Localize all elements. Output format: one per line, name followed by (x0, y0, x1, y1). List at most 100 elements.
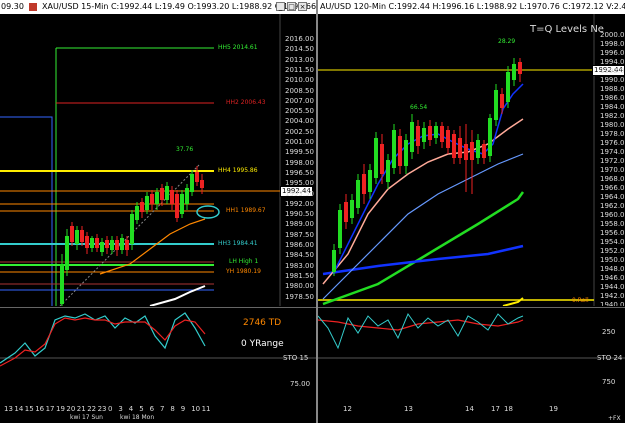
close-button[interactable]: × (298, 2, 307, 11)
right-indicator-pane[interactable]: 250 STO 24 750 (318, 307, 625, 405)
right-price-tick: 1970.00 (600, 166, 625, 174)
right-price-tick: 1990.00 (600, 76, 625, 84)
left-price-tick: 1993.50 (285, 189, 314, 198)
right-price-tick: 1956.00 (600, 229, 625, 237)
left-price-tick: 1986.00 (285, 241, 314, 249)
right-price-tick: 1942.00 (600, 292, 625, 300)
left-sto-label: STO 15 (283, 354, 309, 362)
left-price-pane[interactable]: HH5 2014.61 HH2 2006.43 HH4 1995.86 HH1 … (0, 14, 316, 306)
right-price-tick: 1976.00 (600, 139, 625, 147)
right-price-tick: 1998.00 (600, 40, 625, 48)
levels-overlay-text: T=Q Levels Ne (530, 24, 604, 35)
right-time-tick: 17 (491, 405, 500, 413)
right-candles (332, 58, 522, 276)
left-time-tick: 23 (97, 405, 107, 413)
left-level-75: 75.00 (290, 380, 311, 388)
roll-label: 0.Roll (572, 297, 589, 304)
left-time-tick: 17 (45, 405, 55, 413)
corner-label: +FX (608, 415, 621, 422)
right-price-pane[interactable]: T=Q Levels Ne 66.54 28.29 0.Roll 1992.44… (318, 14, 625, 306)
right-price-tick: 1984.00 (600, 103, 625, 111)
right-price-tick: 1964.00 (600, 193, 625, 201)
left-time-tick: 16 (35, 405, 45, 413)
right-stochastic-chart (318, 312, 625, 359)
right-price-tick: 1960.00 (600, 211, 625, 219)
minimize-button[interactable]: _ (276, 2, 285, 11)
left-time-tick: 19 (56, 405, 65, 413)
right-sto-label: STO 24 (597, 354, 623, 362)
left-price-tick: 1992.00 (285, 199, 314, 208)
left-price-tick: 2014.50 (285, 45, 314, 54)
left-price-tick: 2007.00 (285, 96, 314, 105)
right-price-tick: 1986.00 (600, 94, 625, 102)
right-annotation-1: 66.54 (410, 104, 428, 111)
left-time-tick: 22 (87, 405, 97, 413)
left-price-tick: 2005.50 (285, 107, 314, 116)
right-time-tick: 13 (404, 405, 413, 413)
right-price-tick: 1952.00 (600, 247, 625, 255)
left-time-tick: 5 (139, 405, 144, 413)
right-price-tick: 2000.00 (600, 31, 625, 39)
left-price-tick: 1984.50 (285, 251, 314, 260)
right-window-titlebar[interactable]: AU/USD 120-Min C:1992.44 H:1996.16 L:198… (318, 0, 625, 14)
week-label-2: kwi 18 Mon (120, 414, 155, 421)
left-price-tick: 1987.50 (285, 230, 314, 239)
level-hh2: HH2 2006.43 (226, 99, 266, 106)
left-price-tick: 1978.50 (285, 292, 314, 301)
right-price-tick: 1968.00 (600, 175, 625, 183)
right-time-tick: 12 (343, 405, 352, 413)
right-time-tick: 19 (549, 405, 558, 413)
right-level-250: 250 (602, 328, 616, 336)
left-price-tick: 1996.50 (285, 168, 314, 177)
chart-symbol-icon (29, 3, 38, 11)
level-hh3: HH3 1984.41 (218, 240, 258, 247)
left-time-tick: 4 (128, 405, 134, 413)
right-price-tick: 1982.00 (600, 112, 625, 120)
right-price-tick: 1966.00 (600, 184, 625, 192)
right-price-tick: 1954.00 (600, 238, 625, 246)
left-time-tick: 15 (24, 405, 34, 413)
left-time-tick: 7 (160, 405, 165, 413)
right-level-750: 750 (602, 378, 616, 386)
right-price-tick: 1962.00 (600, 202, 625, 210)
level-hh4: HH4 1995.86 (218, 167, 258, 174)
left-price-tick: 2008.50 (285, 86, 314, 95)
left-price-tick: 1980.00 (285, 282, 314, 291)
left-price-tick: 1983.00 (285, 261, 314, 270)
left-time-tick: 6 (149, 405, 155, 413)
right-price-tick: 1950.00 (600, 256, 625, 264)
left-window-time: 09.30 (1, 2, 24, 11)
left-time-tick: 14 (14, 405, 24, 413)
left-price-tick: 1990.50 (285, 210, 314, 219)
level-lh-high: LH High 1 (229, 258, 259, 265)
left-price-tick: 2013.00 (285, 55, 314, 64)
left-price-tick: 2011.50 (285, 65, 314, 74)
right-price-tick: 1974.00 (600, 148, 625, 156)
td-label: 2746 TD (243, 318, 282, 328)
left-price-tick: 1989.00 (285, 220, 314, 229)
right-price-tick: 1944.00 (600, 283, 625, 291)
right-time-axis: 12 13 14 17 18 19 +FX (318, 404, 625, 423)
left-price-tick: 2001.00 (285, 138, 314, 146)
left-price-tick: 2016.00 (285, 35, 314, 43)
left-time-tick: 21 (76, 405, 86, 413)
level-yh: YH 1980.19 (226, 268, 261, 275)
right-price-tick: 1940.00 (600, 301, 625, 306)
right-price-tick: 1946.00 (600, 274, 625, 282)
right-price-tick: 1948.00 (600, 265, 625, 273)
level-hh5: HH5 2014.61 (218, 44, 258, 51)
right-annotation-2: 28.29 (498, 38, 516, 45)
level-hh1: HH1 1989.67 (226, 207, 266, 214)
right-price-tick: 1980.00 (600, 121, 625, 129)
right-price-tick: 1994.00 (600, 58, 625, 66)
right-price-tick: 1988.00 (600, 85, 625, 93)
left-price-tick: 1999.50 (285, 148, 314, 157)
left-price-tick: 2010.00 (285, 76, 314, 85)
left-indicator-pane[interactable]: 2746 TD 0 YRange STO 15 75.00 (0, 307, 316, 405)
right-window-title: AU/USD 120-Min C:1992.44 H:1996.16 L:198… (320, 2, 625, 11)
left-annotation: 37.76 (176, 146, 194, 153)
right-price-tick: 1958.00 (600, 220, 625, 228)
left-window-titlebar[interactable]: 09.30 XAU/USD 15-Min C:1992.44 L:19.49 O… (0, 0, 316, 14)
left-candles (60, 166, 204, 306)
maximize-button[interactable]: □ (287, 2, 296, 11)
